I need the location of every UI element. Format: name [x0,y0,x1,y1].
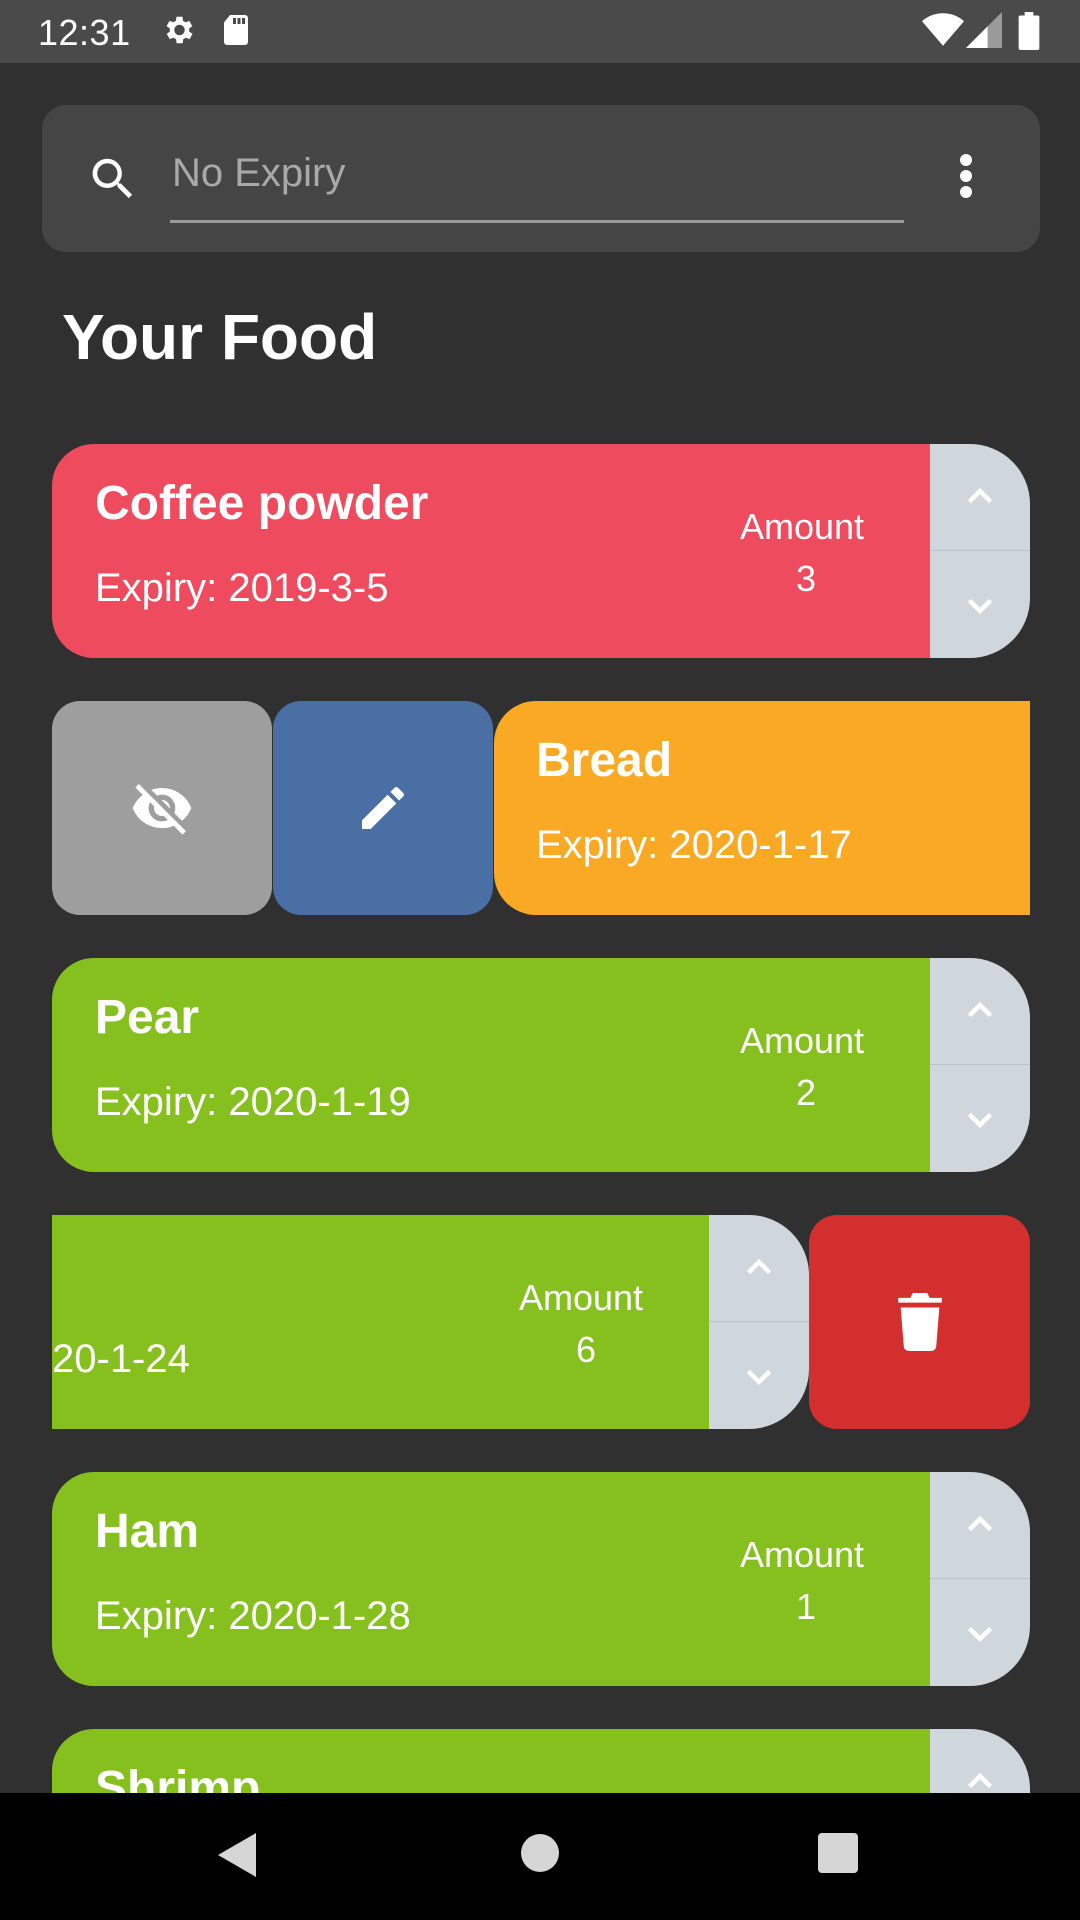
amount-stepper [930,1729,1030,1793]
chevron-down-icon [746,1369,772,1385]
food-card[interactable]: Ham Expiry: 2020-1-28 Amount 1 [52,1472,930,1686]
chevron-up-icon [967,487,993,504]
food-card[interactable]: Shrimp [52,1729,930,1793]
amount-label: Amount [739,1534,865,1575]
amount-stepper [709,1215,809,1429]
decrease-button[interactable] [930,1579,1030,1686]
search-icon[interactable] [86,152,140,211]
food-name: Ham [95,1505,200,1558]
food-card[interactable]: Pear Expiry: 2020-1-19 Amount 2 [52,958,930,1172]
signal-icon [966,12,1002,53]
hide-button[interactable] [52,701,272,915]
back-icon[interactable] [216,1831,260,1884]
food-expiry: Expiry: 2020-1-28 [95,1594,411,1638]
status-bar: 12:31 [0,0,1080,63]
delete-button[interactable] [809,1215,1030,1429]
food-expiry: Expiry: 2020-1-19 [95,1080,411,1124]
visibility-off-icon [132,784,192,835]
search-input[interactable] [170,145,904,223]
food-name: Bread [536,734,673,787]
amount-label: Amount [739,506,865,547]
increase-button[interactable] [930,958,1030,1065]
navigation-bar [0,1793,1080,1920]
amount-label: Amount [518,1277,644,1318]
amount-value: 6 [575,1329,597,1370]
page-title: Your Food [62,301,378,373]
amount-stepper [930,444,1030,658]
chevron-up-icon [746,1258,772,1275]
food-name: Coffee powder [95,477,429,530]
chevron-down-icon [967,1626,993,1642]
food-expiry: 20-1-24 [52,1337,190,1381]
app-screen: 12:31 Your Food Coffee powder Expiry: 20… [0,0,1080,1920]
food-card[interactable]: Coffee powder Expiry: 2019-3-5 Amount 3 [52,444,930,658]
food-card[interactable]: 20-1-24 Amount 6 [52,1215,710,1429]
status-time: 12:31 [38,12,131,53]
increase-button[interactable] [930,444,1030,551]
decrease-button[interactable] [930,551,1030,658]
amount-label: Amount [739,1020,865,1061]
increase-button[interactable] [930,1729,1030,1793]
decrease-button[interactable] [709,1322,809,1429]
food-card[interactable]: Bread Expiry: 2020-1-17 [494,701,1030,915]
edit-icon [362,787,404,829]
more-vert-icon[interactable] [950,152,982,205]
decrease-button[interactable] [930,1065,1030,1172]
chevron-up-icon [967,1001,993,1018]
amount-value: 1 [795,1586,817,1627]
edit-button[interactable] [273,701,493,915]
chevron-down-icon [967,598,993,614]
home-icon[interactable] [520,1833,560,1878]
amount-stepper [930,1472,1030,1686]
amount-value: 2 [795,1072,817,1113]
recents-icon[interactable] [818,1833,858,1878]
chevron-down-icon [967,1112,993,1128]
amount-stepper [930,958,1030,1172]
increase-button[interactable] [930,1472,1030,1579]
chevron-up-icon [967,1515,993,1532]
food-expiry: Expiry: 2020-1-17 [536,823,852,867]
food-list: Coffee powder Expiry: 2019-3-5 Amount 3 … [0,420,1080,1793]
wifi-icon [922,12,964,53]
chevron-up-icon [967,1772,993,1789]
food-name: Pear [95,991,200,1044]
battery-icon [1018,12,1040,55]
increase-button[interactable] [709,1215,809,1322]
gear-icon [160,12,196,53]
delete-icon [897,1293,942,1351]
amount-value: 3 [795,558,817,599]
food-name: Shrimp [95,1762,261,1793]
food-expiry: Expiry: 2019-3-5 [95,566,389,610]
sd-card-icon [220,12,252,53]
